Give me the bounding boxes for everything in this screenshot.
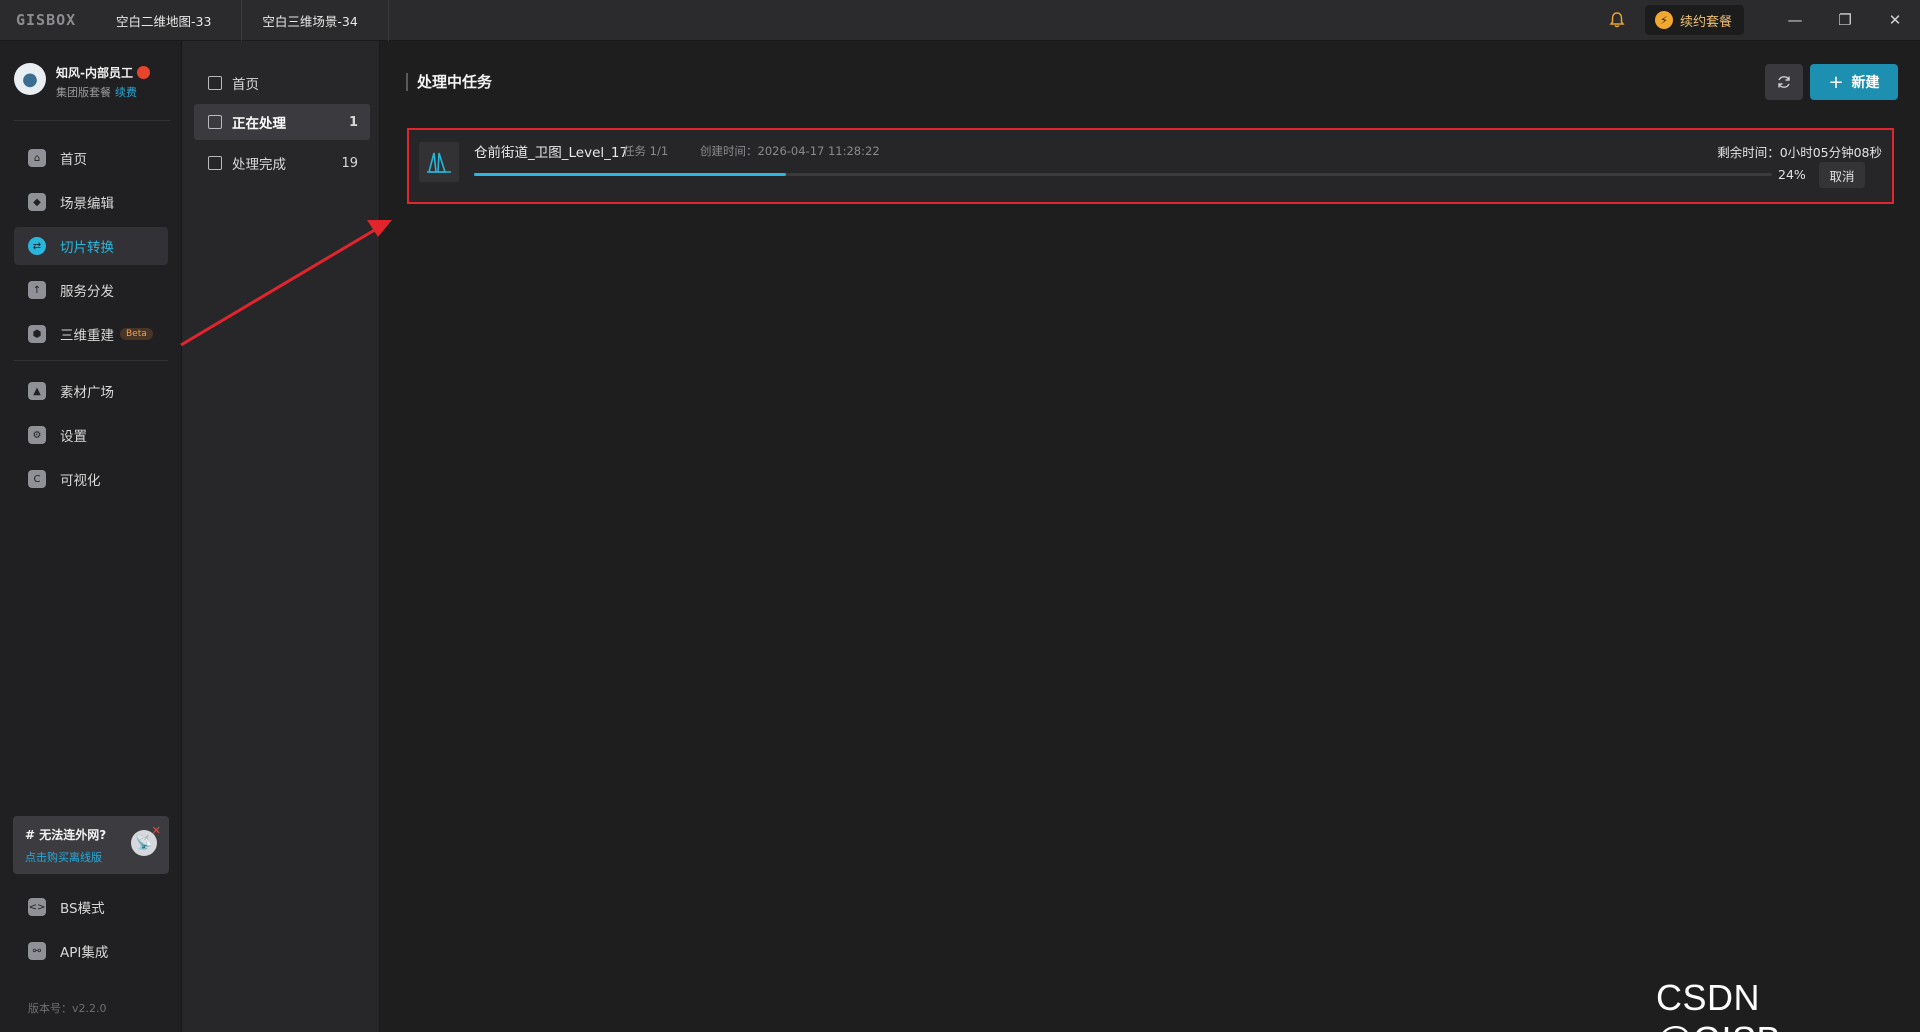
sub-sidebar: 首页 正在处理 1 处理完成 19 [182,41,380,1032]
nav-divider [14,360,168,361]
secondary-nav: ▲ 素材广场 ⚙ 设置 C 可视化 [14,372,168,504]
renew-plan-button[interactable]: ⚡ 续约套餐 [1644,5,1744,35]
nav-label: 场景编辑 [60,196,114,212]
minimize-button[interactable]: — [1770,0,1820,41]
profile-text: 知风-内部员工 集团版套餐 续费 [56,61,150,120]
nav-item-service-publish[interactable]: ↑ 服务分发 [14,271,168,309]
user-name: 知风-内部员工 [56,66,133,80]
page-title: 处理中任务 [406,73,492,91]
visual-icon: C [28,470,46,488]
subnav-label: 处理完成 [232,157,286,173]
home-icon: ⌂ [28,149,46,167]
bell-icon-svg [1609,12,1625,28]
api-icon: ⚯ [28,942,46,960]
lightning-icon: ⚡ [1654,11,1673,29]
new-task-button[interactable]: + 新建 [1810,64,1898,100]
vip-badge-icon [136,66,150,79]
upload-icon: ↑ [28,281,46,299]
nav-item-tile-convert[interactable]: ⇄ 切片转换 [14,227,168,265]
nav-label: 切片转换 [60,240,114,256]
user-profile[interactable]: ● 知风-内部员工 集团版套餐 续费 [14,61,170,121]
nav-item-home[interactable]: ⌂ 首页 [14,139,168,177]
file-check-icon [208,156,222,170]
task-remaining-time: 剩余时间：0小时05分钟08秒 [1717,145,1882,160]
profile-name: 知风-内部员工 [56,64,150,81]
renew-link[interactable]: 续费 [115,86,137,99]
version-label: 版本号：v2.2.0 [28,1002,107,1015]
tile-layers-icon [427,152,451,173]
offline-promo-card[interactable]: # 无法连外网? 点击购买离线版 📡 ✕ [13,816,169,874]
refresh-button[interactable] [1765,64,1803,100]
profile-plan: 集团版套餐 续费 [56,84,150,100]
primary-nav: ⌂ 首页 ◆ 场景编辑 ⇄ 切片转换 ↑ 服务分发 ⬢ 三维重建 Beta [14,139,168,359]
close-button[interactable]: ✕ [1870,0,1920,41]
main-sidebar: ● 知风-内部员工 集团版套餐 续费 ⌂ 首页 ◆ 场景编辑 ⇄ 切片转换 ↑ 服务分发 … [0,41,182,1032]
home-icon [208,76,222,90]
main-content: 处理中任务 + 新建 仓前街道_卫图_Level_17 任务 1/1 创建时间：2… [381,41,1920,1032]
task-progress-bar [474,173,1772,176]
gear-icon: ⚙ [28,426,46,444]
task-row: 仓前街道_卫图_Level_17 任务 1/1 创建时间：2026-04-17 … [407,128,1894,204]
watermark: CSDN @GISBox [1656,977,1820,1032]
nav-item-api[interactable]: ⚯ API集成 [14,932,168,970]
nav-label: 可视化 [60,473,101,489]
task-name: 仓前街道_卫图_Level_17 [474,145,629,161]
app-logo: GISBOX [16,11,77,29]
cube-icon: ◆ [28,193,46,211]
nav-label: 三维重建 [60,328,114,344]
bell-icon[interactable] [1597,0,1637,41]
task-progress-fill [474,173,786,176]
tab-3d-scene[interactable]: 空白三维场景-34 [242,0,389,41]
close-icon[interactable]: ✕ [152,824,161,837]
convert-icon: ⇄ [28,237,46,255]
subnav-label: 正在处理 [232,116,286,132]
cancel-button[interactable]: 取消 [1819,162,1865,188]
nav-item-bs-mode[interactable]: <> BS模式 [14,888,168,926]
avatar: ● [14,63,46,95]
renew-label: 续约套餐 [1679,14,1732,30]
nav-item-asset-square[interactable]: ▲ 素材广场 [14,372,168,410]
hexagon-icon: ⬢ [28,325,46,343]
tab-label: 空白二维地图-33 [116,13,212,29]
new-label: 新建 [1851,75,1880,91]
plan-name: 集团版套餐 [56,86,111,99]
mode-nav: <> BS模式 ⚯ API集成 [14,888,168,976]
image-icon: ▲ [28,382,46,400]
nav-item-scene-edit[interactable]: ◆ 场景编辑 [14,183,168,221]
tab-label: 空白三维场景-34 [262,13,358,29]
subnav-completed[interactable]: 处理完成 19 [194,145,370,181]
nav-label: 首页 [60,152,87,168]
nav-label: 服务分发 [60,284,114,300]
subnav-processing[interactable]: 正在处理 1 [194,104,370,140]
task-percent: 24% [1778,167,1806,182]
refresh-icon [1778,76,1790,88]
nav-label: 设置 [60,429,87,445]
restore-button[interactable]: ❐ [1820,0,1870,41]
nav-label: 素材广场 [60,385,114,401]
nav-label: BS模式 [60,901,105,917]
task-created-time: 创建时间：2026-04-17 11:28:22 [700,144,880,158]
subnav-label: 首页 [232,77,259,93]
subnav-count: 19 [341,155,358,171]
nav-item-3d-rebuild[interactable]: ⬢ 三维重建 Beta [14,315,168,353]
plus-icon: + [1828,71,1844,93]
code-icon: <> [28,898,46,916]
tab-2d-map[interactable]: 空白二维地图-33 [96,0,243,41]
nav-item-settings[interactable]: ⚙ 设置 [14,416,168,454]
beta-badge: Beta [120,328,153,340]
nav-item-visualization[interactable]: C 可视化 [14,460,168,498]
task-thumbnail-icon [419,142,459,182]
file-processing-icon [208,115,222,129]
subnav-home[interactable]: 首页 [194,65,370,101]
subnav-count: 1 [348,114,358,130]
title-bar: GISBOX 空白二维地图-33 空白三维场景-34 ⚡ 续约套餐 — ❐ ✕ [0,0,1920,41]
nav-label: API集成 [60,945,109,961]
task-count: 任务 1/1 [623,144,669,158]
